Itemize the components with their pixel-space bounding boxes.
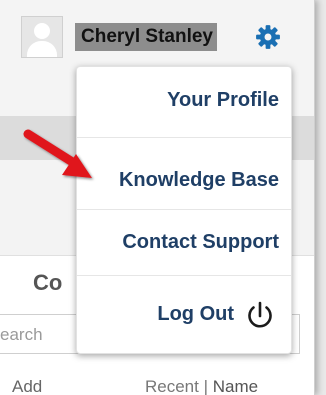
sort-separator: | (203, 377, 209, 395)
avatar-body (27, 41, 57, 57)
menu-item-label: Log Out (157, 303, 234, 325)
power-icon (248, 301, 272, 328)
add-link[interactable]: Add (12, 377, 42, 395)
menu-item-label: Contact Support (122, 231, 279, 253)
menu-item-log-out[interactable]: Log Out (77, 281, 291, 349)
menu-divider (77, 275, 291, 276)
menu-item-contact-support[interactable]: Contact Support (77, 209, 291, 277)
app-window: Cheryl Stanley Co earch Add Recent | Nam… (0, 0, 315, 395)
search-placeholder: earch (0, 325, 43, 344)
avatar-head (34, 23, 50, 39)
user-avatar-icon[interactable] (21, 16, 63, 58)
sort-options: Recent | Name (145, 377, 258, 395)
sort-recent[interactable]: Recent (145, 377, 199, 395)
menu-item-label: Your Profile (167, 89, 279, 111)
sort-name[interactable]: Name (213, 377, 258, 395)
user-name[interactable]: Cheryl Stanley (75, 23, 217, 51)
panel-title: Co (33, 270, 63, 295)
account-dropdown-menu: Your Profile Knowledge Base Contact Supp… (76, 66, 292, 354)
red-arrow-icon (23, 129, 92, 178)
gear-icon[interactable] (255, 24, 281, 50)
menu-item-label: Knowledge Base (118, 169, 279, 191)
